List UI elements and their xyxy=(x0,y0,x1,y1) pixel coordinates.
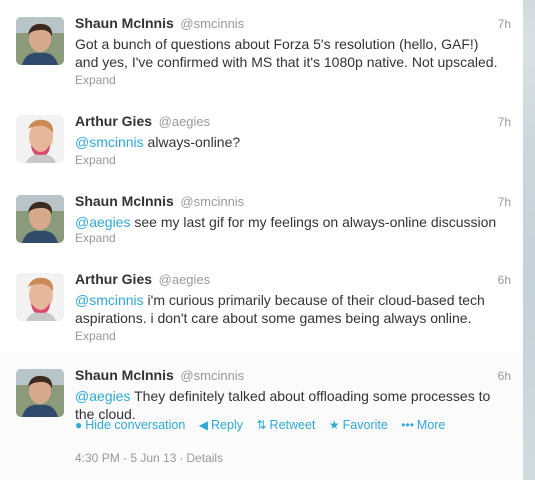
meta-separator: · xyxy=(179,451,184,465)
tweet-header: Shaun McInnis @smcinnis xyxy=(75,15,244,31)
more-button[interactable]: ••• More xyxy=(401,418,445,432)
ellipsis-icon: ••• xyxy=(401,418,414,432)
tweet-text-line: and yes, I've confirmed with MS that it'… xyxy=(75,54,498,70)
tweet-text-body: always-online? xyxy=(143,134,241,150)
details-link[interactable]: Details xyxy=(186,451,223,465)
retweet-label: Retweet xyxy=(269,418,316,432)
mention-link[interactable]: @smcinnis xyxy=(75,292,144,308)
scrollbar[interactable] xyxy=(523,0,535,480)
retweet-icon: ⇅ xyxy=(256,418,267,432)
expand-link[interactable]: Expand xyxy=(75,73,116,87)
tweet-text-line: @aegies They definitely talked about off… xyxy=(75,387,515,405)
tweet[interactable]: Arthur Gies @aegies 7h @smcinnis always-… xyxy=(0,98,523,179)
tweet-time[interactable]: 7h xyxy=(498,17,511,31)
expand-link[interactable]: Expand xyxy=(75,231,116,245)
mention-link[interactable]: @aegies xyxy=(75,388,130,404)
hide-conversation-button[interactable]: ● Hide conversation xyxy=(75,418,185,432)
tweet-header: Shaun McInnis @smcinnis xyxy=(75,367,244,383)
star-icon: ★ xyxy=(328,418,340,432)
avatar[interactable] xyxy=(16,115,64,163)
speech-bubble-icon: ● xyxy=(75,418,83,432)
author-handle[interactable]: @smcinnis xyxy=(180,194,244,209)
tweet[interactable]: Shaun McInnis @smcinnis 7h Got a bunch o… xyxy=(0,0,523,99)
tweet-text: @smcinnis always-online? xyxy=(75,133,515,151)
tweet-text-body: see my last gif for my feelings on alway… xyxy=(130,214,497,230)
author-handle[interactable]: @smcinnis xyxy=(180,16,244,31)
expand-link[interactable]: Expand xyxy=(75,329,116,343)
tweet-timestamp[interactable]: 4:30 PM - 5 Jun 13 xyxy=(75,451,176,465)
hide-conversation-label: Hide conversation xyxy=(85,418,186,432)
author-name[interactable]: Shaun McInnis xyxy=(75,15,174,31)
reply-label: Reply xyxy=(211,418,243,432)
more-label: More xyxy=(416,418,446,432)
tweet-text-body: i'm curious primarily because of their c… xyxy=(143,292,485,308)
tweet-time[interactable]: 7h xyxy=(498,195,511,209)
tweet-text-line: Got a bunch of questions about Forza 5's… xyxy=(75,36,479,52)
author-name[interactable]: Arthur Gies xyxy=(75,271,152,287)
tweet-header: Shaun McInnis @smcinnis xyxy=(75,193,244,209)
tweet-text: @aegies see my last gif for my feelings … xyxy=(75,213,515,231)
tweet-text: @smcinnis i'm curious primarily because … xyxy=(75,291,515,327)
avatar[interactable] xyxy=(16,369,64,417)
tweet-meta: 4:30 PM - 5 Jun 13 · Details xyxy=(75,451,223,465)
author-name[interactable]: Arthur Gies xyxy=(75,113,152,129)
author-handle[interactable]: @aegies xyxy=(159,272,211,287)
reply-button[interactable]: ◀ Reply xyxy=(199,418,243,432)
tweet[interactable]: Arthur Gies @aegies 6h @smcinnis i'm cur… xyxy=(0,256,523,353)
tweet-actions: ● Hide conversation ◀ Reply ⇅ Retweet ★ Favo… xyxy=(75,418,455,432)
expand-link[interactable]: Expand xyxy=(75,153,116,167)
avatar[interactable] xyxy=(16,17,64,65)
tweet-text-line: aspirations. i don't care about some gam… xyxy=(75,310,472,326)
tweet-header: Arthur Gies @aegies xyxy=(75,271,210,287)
mention-link[interactable]: @smcinnis xyxy=(75,134,144,150)
author-name[interactable]: Shaun McInnis xyxy=(75,367,174,383)
tweet-time[interactable]: 6h xyxy=(498,369,511,383)
tweet-text-line: @smcinnis i'm curious primarily because … xyxy=(75,291,515,309)
tweet[interactable]: Shaun McInnis @smcinnis 7h @aegies see m… xyxy=(0,178,523,257)
reply-arrow-icon: ◀ xyxy=(198,418,209,432)
tweet-text: Got a bunch of questions about Forza 5's… xyxy=(75,35,515,71)
avatar[interactable] xyxy=(16,195,64,243)
favorite-label: Favorite xyxy=(342,418,388,432)
tweet-time[interactable]: 7h xyxy=(498,115,511,129)
conversation-timeline: Shaun McInnis @smcinnis 7h Got a bunch o… xyxy=(0,0,523,480)
retweet-button[interactable]: ⇅ Retweet xyxy=(256,418,315,432)
favorite-button[interactable]: ★ Favorite xyxy=(329,418,388,432)
tweet-text-line: @smcinnis always-online? xyxy=(75,133,515,151)
author-handle[interactable]: @smcinnis xyxy=(180,368,244,383)
avatar[interactable] xyxy=(16,273,64,321)
tweet-time[interactable]: 6h xyxy=(498,273,511,287)
tweet-text-body: They definitely talked about offloading … xyxy=(130,388,491,404)
mention-link[interactable]: @aegies xyxy=(75,214,130,230)
tweet-header: Arthur Gies @aegies xyxy=(75,113,210,129)
author-handle[interactable]: @aegies xyxy=(159,114,211,129)
author-name[interactable]: Shaun McInnis xyxy=(75,193,174,209)
tweet-text-line: @aegies see my last gif for my feelings … xyxy=(75,213,515,231)
